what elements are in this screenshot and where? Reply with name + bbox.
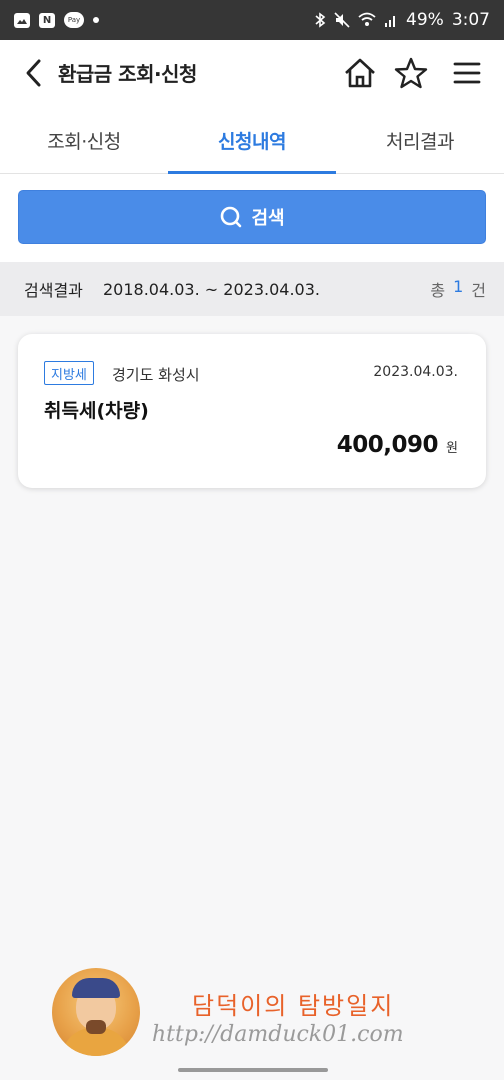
tab-results[interactable]: 처리결과 [336,106,504,174]
total-prefix: 총 [430,281,446,300]
mute-icon [334,12,350,28]
menu-icon [453,62,481,84]
back-icon [26,59,41,87]
total-suffix: 건 [471,281,486,300]
signal-icon [385,16,396,27]
avatar-cap [72,978,120,998]
search-section: 검색 [0,174,504,262]
watermark-title: 담덕이의 탐방일지 [192,992,395,1020]
item-amount-row: 400,090 원 [337,432,458,458]
home-icon [345,58,375,88]
status-left: N Pay [14,12,99,28]
wifi-icon [358,12,376,26]
result-label: 검색결과 [24,281,83,300]
tab-inquiry[interactable]: 조회·신청 [0,106,168,174]
result-summary: 검색결과 2018.04.03. ~ 2023.04.03. 총 1 건 [0,262,504,316]
watermark-url: http://damduck01.com [152,1022,404,1047]
total-count: 1 [453,277,464,296]
star-icon [394,57,428,89]
search-button-label: 검색 [251,208,285,229]
status-bar: N Pay 49% 3:07 [0,0,504,40]
dot-icon [93,17,99,23]
pay-icon: Pay [64,12,84,28]
page-title: 환급금 조회·신청 [58,62,197,86]
home-indicator[interactable] [178,1068,328,1072]
tab-bar: 조회·신청 신청내역 처리결과 [0,106,504,175]
search-button[interactable]: 검색 [18,190,486,244]
watermark-avatar [52,968,140,1056]
item-title: 취득세(차량) [44,400,149,422]
list-item[interactable]: 지방세 경기도 화성시 2023.04.03. 취득세(차량) 400,090 … [18,334,486,488]
result-list: 지방세 경기도 화성시 2023.04.03. 취득세(차량) 400,090 … [0,316,504,1080]
item-region: 경기도 화성시 [112,366,200,384]
battery-level: 49% [406,10,444,30]
favorite-button[interactable] [392,54,430,92]
bluetooth-icon [315,12,326,28]
tab-history[interactable]: 신청내역 [168,106,336,175]
search-icon [221,206,242,228]
result-date-range: 2018.04.03. ~ 2023.04.03. [103,279,320,299]
gallery-icon [14,12,30,28]
item-currency: 원 [446,441,458,456]
menu-button[interactable] [448,54,486,92]
avatar-hands [86,1020,106,1034]
home-button[interactable] [341,54,379,92]
app-header: 환급금 조회·신청 [0,40,504,106]
naver-icon: N [39,12,55,28]
clock: 3:07 [451,10,490,30]
tax-type-badge: 지방세 [44,361,94,385]
result-total: 총 1 건 [430,277,486,301]
back-button[interactable] [18,54,50,92]
item-amount: 400,090 [336,432,439,458]
status-right: 49% 3:07 [314,10,490,30]
item-date: 2023.04.03. [373,364,458,380]
